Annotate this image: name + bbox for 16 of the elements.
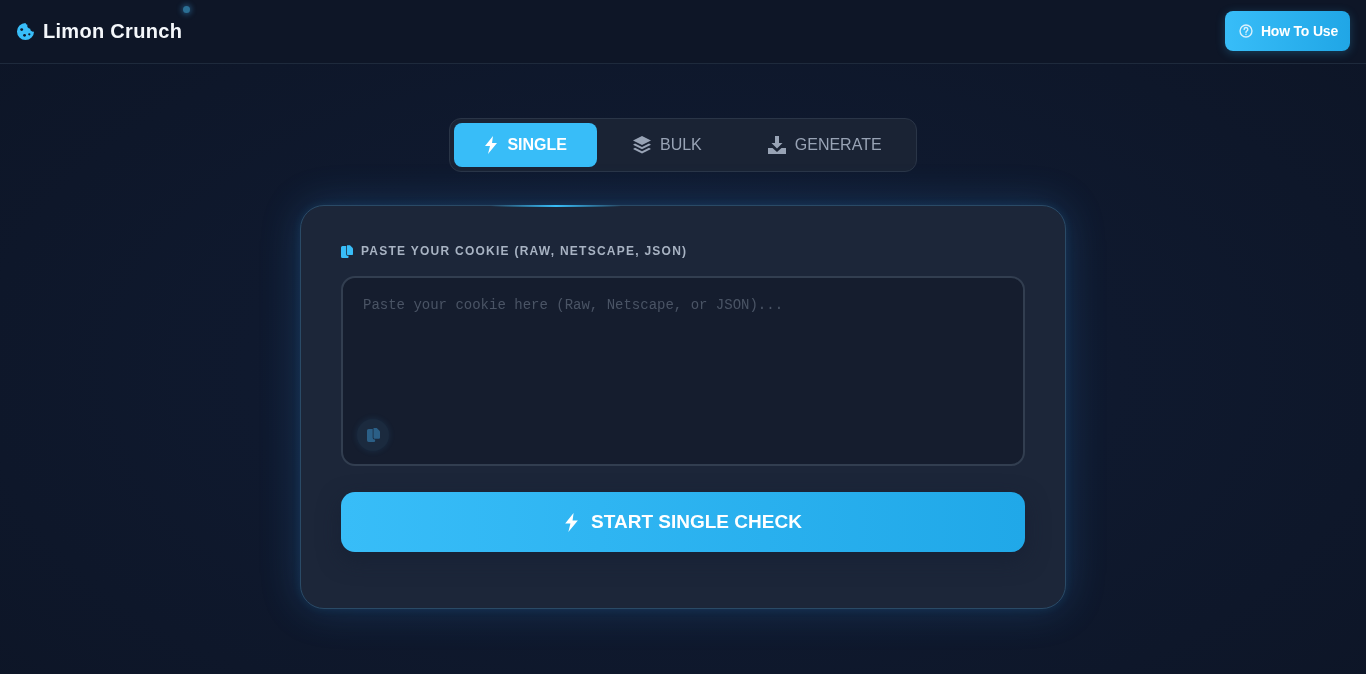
glow-dot-icon	[183, 6, 191, 13]
app-logo: Limon Crunch	[43, 20, 183, 43]
layers-icon	[632, 136, 651, 154]
bolt-icon	[484, 136, 499, 154]
documents-icon	[366, 428, 380, 442]
cookie-icon	[16, 22, 35, 41]
download-icon	[767, 136, 786, 154]
help-icon	[1238, 24, 1253, 38]
input-label: PASTE YOUR COOKIE (RAW, NETSCAPE, JSON)	[361, 244, 688, 258]
mode-tab[interactable]: GENERATE	[737, 123, 912, 167]
documents-icon	[341, 244, 353, 258]
bolt-icon	[564, 512, 580, 532]
mode-tab[interactable]: SINGLE	[454, 123, 597, 167]
how-to-use-button[interactable]: How To Use	[1224, 11, 1350, 51]
start-check-button[interactable]: START SINGLE CHECK	[341, 492, 1025, 552]
mode-tab[interactable]: BULK	[602, 123, 732, 167]
